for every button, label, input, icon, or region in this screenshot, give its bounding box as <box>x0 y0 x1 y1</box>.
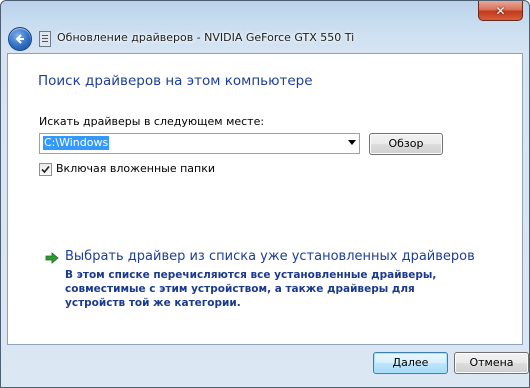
search-location-value[interactable]: C:\Windows <box>43 136 110 150</box>
checkmark-icon <box>41 165 50 174</box>
cancel-button[interactable]: Отмена <box>454 352 529 374</box>
title-bar: Обновление драйверов - NVIDIA GeForce GT… <box>1 1 529 53</box>
dialog-window: Обновление драйверов - NVIDIA GeForce GT… <box>0 0 530 388</box>
content-pane: Поиск драйверов на этом компьютере Искат… <box>7 53 523 345</box>
back-arrow-icon <box>15 34 24 44</box>
green-arrow-icon <box>45 252 59 264</box>
close-button[interactable]: ✕ <box>478 1 523 21</box>
include-subfolders-checkbox[interactable] <box>39 163 52 176</box>
device-icon <box>39 31 51 47</box>
search-location-label: Искать драйверы в следующем месте: <box>39 115 265 128</box>
browse-button[interactable]: Обзор <box>369 133 443 155</box>
page-heading: Поиск драйверов на этом компьютере <box>38 73 313 89</box>
search-location-combobox[interactable]: C:\Windows <box>39 133 360 154</box>
window-title: Обновление драйверов - NVIDIA GeForce GT… <box>57 31 355 44</box>
pick-from-list-description: В этом списке перечисляются все установл… <box>65 269 437 309</box>
back-button[interactable] <box>8 27 32 51</box>
include-subfolders-label[interactable]: Включая вложенные папки <box>56 162 215 175</box>
close-icon: ✕ <box>495 3 506 18</box>
pick-from-list-title[interactable]: Выбрать драйвер из списка уже установлен… <box>65 249 475 264</box>
next-button[interactable]: Далее <box>373 352 448 374</box>
chevron-down-icon[interactable] <box>348 140 356 145</box>
